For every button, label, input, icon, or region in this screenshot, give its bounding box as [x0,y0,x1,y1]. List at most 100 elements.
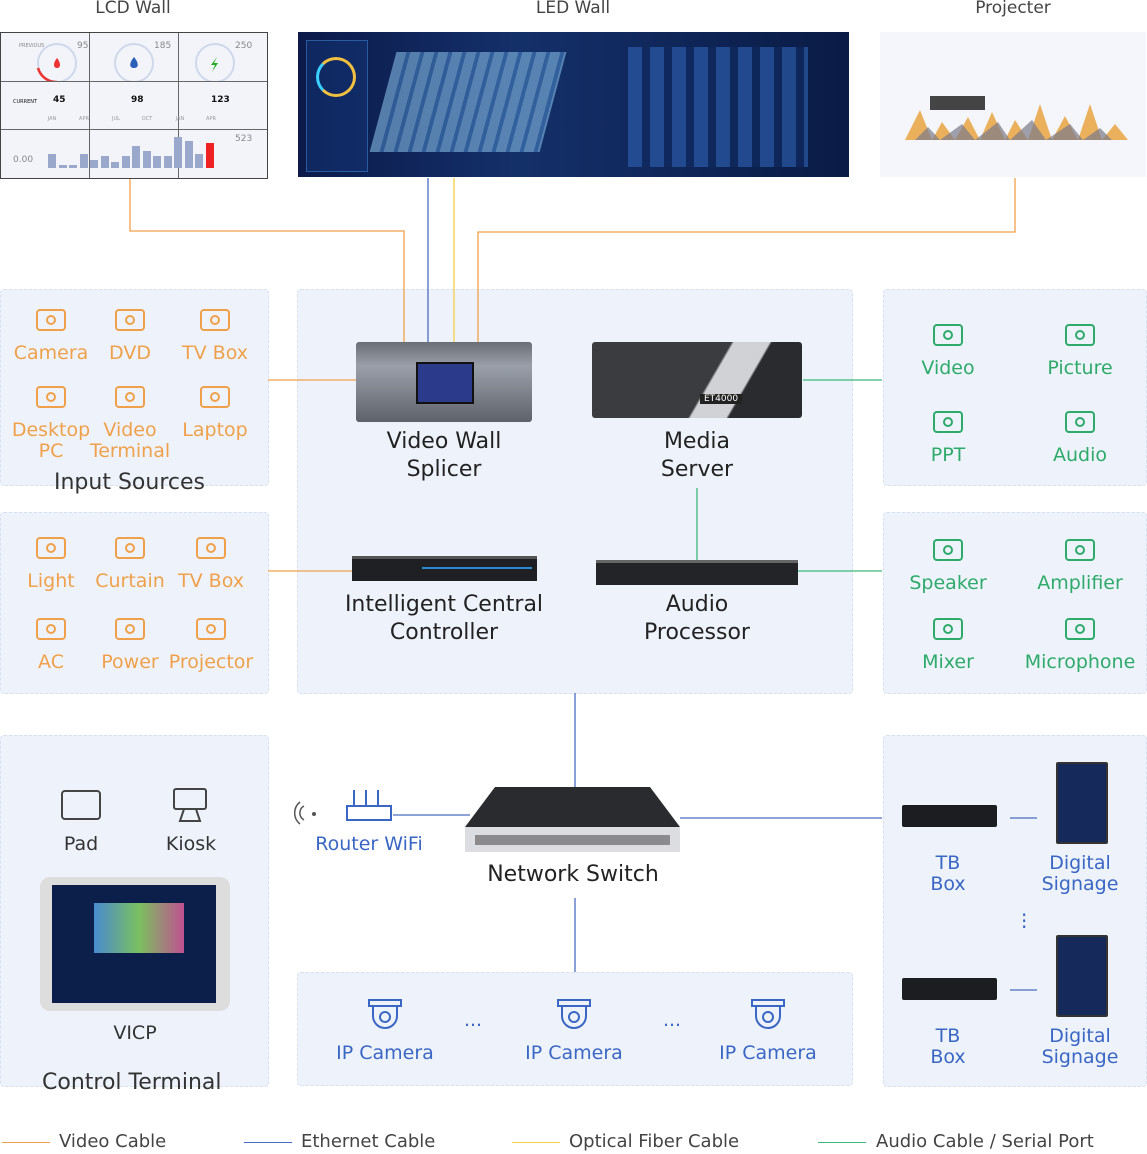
lcd-bar [90,160,98,168]
media-item-label: Audio [1052,444,1108,466]
curtain-icon [112,533,148,563]
projector-screen [880,32,1146,177]
legend-label: Video Cable [59,1131,167,1152]
input-sources-title: Input Sources [54,470,205,495]
video-terminal-icon [112,382,148,412]
legend-swatch [512,1142,560,1143]
legend-label: Optical Fiber Cable [569,1131,740,1152]
lcd-bar [142,151,151,168]
lcd-wall-screen: PREVIOUS 95 185 250 CURRENT 45 98 123 JA… [0,32,268,179]
lcd-bar [195,154,203,168]
legend-label: Ethernet Cable [301,1131,436,1152]
camera-icon [33,305,69,335]
fire-icon [54,58,60,68]
vicp-tablet-image [40,877,230,1011]
input_sources-item-label: Desktop PC [11,419,91,462]
current-label: CURRENT [13,99,38,105]
ip-camera-label: IP Camera [719,1042,817,1064]
tb-box-label: TB Box [930,852,966,895]
right-value: 523 [235,134,253,144]
ellipsis: ... [463,1009,483,1031]
month-label: APR [79,116,89,122]
network-switch-label: Network Switch [487,862,659,887]
ip-camera-icon [556,998,592,1038]
controlled-item-label: Curtain [95,570,165,592]
media-server-image: ET4000 [592,342,802,418]
tb-box-image [902,805,997,827]
media-item-label: Video [921,357,975,379]
video-wall-splicer-image [356,342,532,422]
controlled-item-label: Light [27,570,75,592]
lcd-bar-chart [48,137,218,168]
media-server-label: Media Server [660,429,734,482]
ppt-icon [930,407,966,437]
input_sources-item-label: Camera [13,342,89,364]
central-controller-image [352,556,537,581]
audio-processor-image [596,560,798,585]
router-icon [294,790,392,825]
tb-box-image [902,978,997,1000]
projector-area-chart [905,96,1128,140]
pad-icon [61,790,101,820]
media-item-label: PPT [930,444,966,466]
lcd-bar [121,156,130,168]
digital-signage-label: Digital Signage [1041,852,1119,895]
digital-signage-image [1056,935,1108,1017]
power-icon [112,614,148,644]
ellipsis: ... [662,1009,682,1031]
current-value: 45 [53,95,66,105]
central-controller-label: Intelligent Central Controller [344,592,544,645]
media-server-badge: ET4000 [700,394,743,404]
audio-item-label: Amplifier [1037,572,1123,594]
amplifier-icon [1062,535,1098,565]
input_sources-item-label: DVD [109,342,151,364]
audio-processor-label: Audio Processor [644,592,750,645]
lcd-bar [69,165,77,168]
current-value: 123 [211,95,230,105]
desktop-icon [33,382,69,412]
lcd-bar [58,165,67,168]
month-label: JUL [112,116,120,122]
lightning-icon [211,57,218,72]
kiosk-icon [173,788,207,822]
legend-swatch [2,1142,50,1143]
lcd-bar [111,162,119,168]
month-label: JAN [47,116,57,122]
mixer-icon [930,614,966,644]
audio-item-label: Mixer [922,651,974,673]
ac-icon [33,614,69,644]
ip-camera-icon [750,998,786,1038]
digital-signage-label: Digital Signage [1041,1025,1119,1068]
ip-camera-label: IP Camera [336,1042,434,1064]
tv-box-icon [193,533,229,563]
projector-title: Projecter [975,0,1051,18]
lcd-bar [48,154,56,168]
audio-file-icon [1062,407,1098,437]
picture-icon [1062,320,1098,350]
router-wifi-label: Router WiFi [315,833,423,855]
lcd-bar [163,156,172,168]
network-switch-image [465,787,680,852]
lcd-bar [205,143,214,168]
system-diagram: LCD Wall LED Wall Projecter PREVIOUS 95 … [0,0,1147,1154]
controlled-item-label: TV Box [178,570,244,592]
month-label: JAN [175,116,185,122]
led-wall-title: LED Wall [535,0,611,18]
microphone-icon [1062,614,1098,644]
tb-box-label: TB Box [930,1025,966,1068]
month-label: APR [206,116,216,122]
laptop-icon [197,382,233,412]
legend-swatch [244,1142,292,1143]
video-wall-splicer-label: Video Wall Splicer [386,429,502,482]
audio-item-label: Speaker [909,572,987,594]
legend-label: Audio Cable / Serial Port Cable [876,1131,1094,1154]
water-icon [130,57,138,68]
media-item-label: Picture [1047,357,1113,379]
controlled-item-label: Power [101,651,159,673]
controlled-item-label: Projector [168,651,254,673]
vicp-label: VICP [113,1022,157,1044]
lcd-bar [79,154,88,168]
speaker-icon [930,535,966,565]
lcd-bar [153,156,161,168]
tv-box-icon [197,305,233,335]
